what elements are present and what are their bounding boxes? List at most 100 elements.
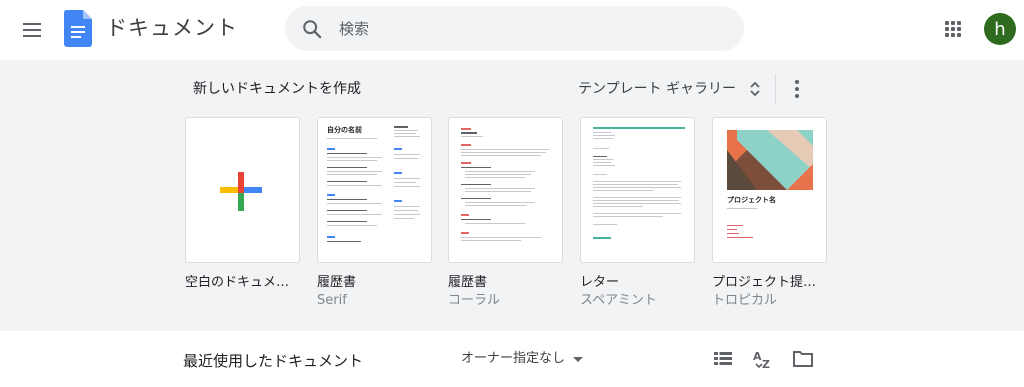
thumb-line <box>461 237 541 238</box>
thumb-line <box>593 203 681 204</box>
thumb-heading: 自分の名前 <box>327 126 362 134</box>
template-blank[interactable]: 空白のドキュメ… <box>185 117 300 293</box>
thumb-line <box>461 219 491 220</box>
template-project-proposal-tropical[interactable]: プロジェクト名 プロジェクト提… トロピカル <box>712 117 827 309</box>
thumb-line <box>593 174 607 175</box>
owner-filter-label[interactable]: オーナー指定なし <box>461 350 565 368</box>
thumb-line <box>327 225 377 226</box>
more-vert-dot <box>795 87 799 91</box>
top-app-bar: ドキュメント h <box>0 0 1024 60</box>
google-apps-button[interactable] <box>938 14 968 44</box>
thumb-line <box>465 188 535 189</box>
apps-grid-dot <box>945 33 949 37</box>
thumb-line <box>461 240 521 241</box>
thumb-line <box>461 132 477 134</box>
thumb-line <box>593 135 615 136</box>
template-letter-spearmint[interactable]: レター スペアミント <box>580 117 695 309</box>
thumb-line <box>593 237 611 239</box>
thumb-line <box>593 162 611 163</box>
thumb-line <box>394 126 408 128</box>
thumb-line <box>394 130 418 131</box>
thumb-line <box>465 191 531 192</box>
template-thumbnail[interactable]: 自分の名前 <box>317 117 432 263</box>
sort-az-icon[interactable]: A Z <box>751 347 775 371</box>
thumb-line <box>327 214 382 215</box>
unfold-more-icon[interactable] <box>748 80 762 98</box>
apps-grid-dot <box>957 33 961 37</box>
template-thumbnail[interactable]: プロジェクト名 <box>712 117 827 263</box>
main-menu-button[interactable] <box>14 12 50 48</box>
thumb-line <box>593 127 685 129</box>
thumb-line <box>593 213 681 214</box>
search-input[interactable] <box>339 14 719 44</box>
thumb-line <box>461 198 491 199</box>
thumb-line <box>593 148 609 149</box>
search-icon[interactable] <box>301 18 323 40</box>
template-thumbnail[interactable] <box>448 117 563 263</box>
thumb-line <box>593 159 613 160</box>
template-gallery: 新しいドキュメントを作成 テンプレート ギャラリー 空白のドキュメ… 自分の名前… <box>0 60 1024 331</box>
thumb-line <box>394 148 402 150</box>
apps-grid-dot <box>957 21 961 25</box>
thumb-line <box>327 167 367 168</box>
thumb-line <box>593 165 615 166</box>
thumb-line <box>327 148 335 150</box>
thumb-line <box>461 155 541 156</box>
thumb-line <box>461 128 471 130</box>
more-vert-icon <box>795 80 799 84</box>
thumb-line <box>394 218 414 219</box>
thumb-line <box>593 216 663 217</box>
template-subtitle: コーラル <box>448 293 501 308</box>
plus-icon <box>220 172 262 211</box>
google-docs-logo-icon[interactable] <box>64 10 92 47</box>
thumb-line <box>327 153 367 154</box>
thumb-line <box>727 225 743 226</box>
template-thumbnail[interactable] <box>580 117 695 263</box>
list-view-icon[interactable] <box>711 347 735 371</box>
thumb-line <box>465 202 535 203</box>
thumb-line <box>394 172 402 174</box>
template-name: レター <box>580 275 620 290</box>
thumb-line <box>465 174 531 175</box>
thumb-line <box>593 200 679 201</box>
thumb-line <box>327 241 361 242</box>
thumb-line <box>394 182 416 183</box>
template-resume-serif[interactable]: 自分の名前 履歴書 Serif <box>317 117 432 309</box>
template-name: 履歴書 <box>317 275 357 290</box>
thumb-line <box>461 149 549 150</box>
thumb-line <box>327 185 382 186</box>
account-avatar[interactable]: h <box>984 13 1016 45</box>
folder-icon[interactable] <box>791 347 815 371</box>
template-resume-coral[interactable]: 履歴書 コーラル <box>448 117 563 309</box>
more-vert-dot <box>795 94 799 98</box>
dropdown-arrow-icon[interactable] <box>573 356 584 362</box>
thumb-heading: プロジェクト名 <box>727 196 776 204</box>
template-thumbnail[interactable] <box>185 117 300 263</box>
app-title[interactable]: ドキュメント <box>106 13 238 43</box>
thumb-line <box>394 186 420 187</box>
thumb-line <box>465 205 527 206</box>
search-bar[interactable] <box>285 6 744 51</box>
thumb-line <box>461 184 491 185</box>
thumb-line <box>465 171 535 172</box>
more-options-button[interactable] <box>786 76 810 102</box>
thumb-line <box>394 158 418 159</box>
thumb-line <box>461 232 469 234</box>
template-gallery-toggle[interactable]: テンプレート ギャラリー <box>578 78 762 100</box>
hamburger-menu-icon-bar <box>23 29 41 31</box>
thumb-line <box>394 154 420 155</box>
recent-documents-title: 最近使用したドキュメント <box>183 352 364 370</box>
thumb-line <box>465 223 525 224</box>
thumb-line <box>593 156 607 157</box>
apps-grid-icon <box>945 21 949 25</box>
template-gallery-label[interactable]: テンプレート ギャラリー <box>578 80 736 98</box>
toolbar-divider <box>775 74 776 104</box>
hamburger-menu-icon <box>23 23 41 25</box>
thumb-line <box>593 187 681 188</box>
apps-grid-dot <box>951 27 955 31</box>
thumb-line <box>327 210 367 211</box>
owner-filter-dropdown[interactable]: オーナー指定なし <box>461 350 584 368</box>
thumb-line <box>593 184 678 185</box>
svg-text:A: A <box>753 350 762 363</box>
thumb-line <box>394 136 420 137</box>
